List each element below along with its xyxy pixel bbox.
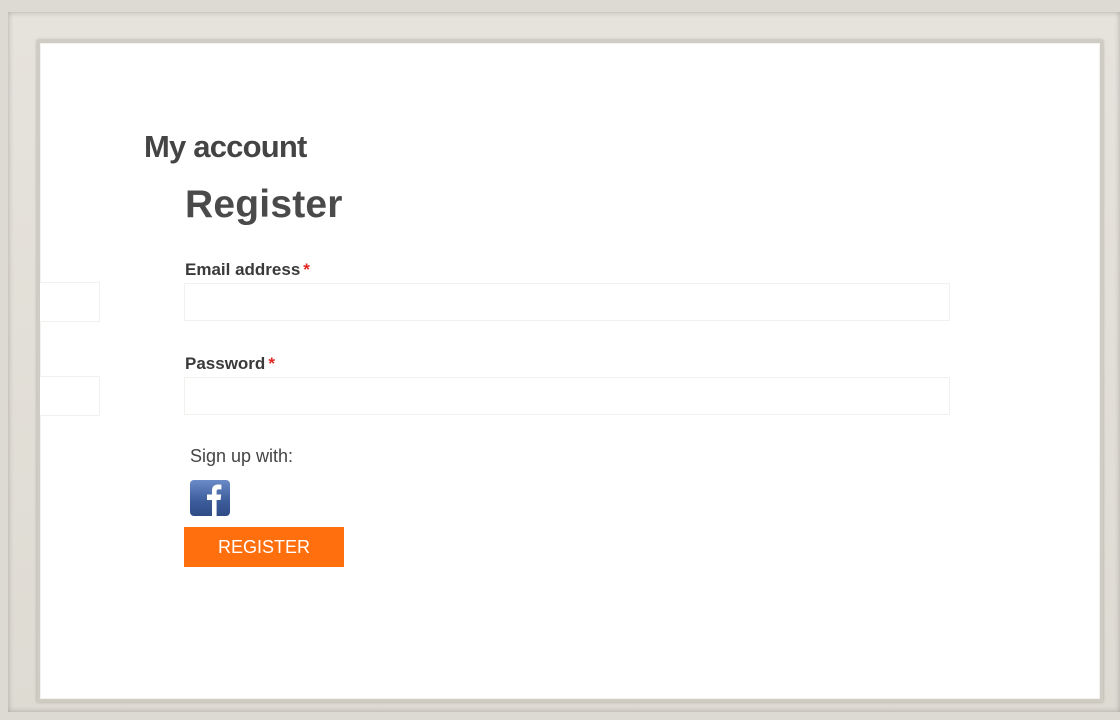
email-label-text: Email address xyxy=(185,260,301,279)
partial-field-left xyxy=(40,282,100,322)
email-label: Email address * xyxy=(185,260,310,280)
password-field[interactable] xyxy=(184,377,950,415)
register-heading: Register xyxy=(185,183,343,226)
password-label: Password * xyxy=(185,354,275,374)
email-field[interactable] xyxy=(184,283,950,321)
register-button[interactable]: REGISTER xyxy=(184,527,344,567)
facebook-signup-button[interactable] xyxy=(190,480,230,516)
partial-field-left xyxy=(40,376,100,416)
required-marker: * xyxy=(303,260,310,279)
signup-with-label: Sign up with: xyxy=(190,446,294,466)
required-marker: * xyxy=(268,354,275,373)
page-title: My account xyxy=(144,129,307,164)
password-label-text: Password xyxy=(185,354,266,373)
account-card: My account Register Email address * Passw… xyxy=(37,40,1103,702)
facebook-icon xyxy=(207,484,222,516)
